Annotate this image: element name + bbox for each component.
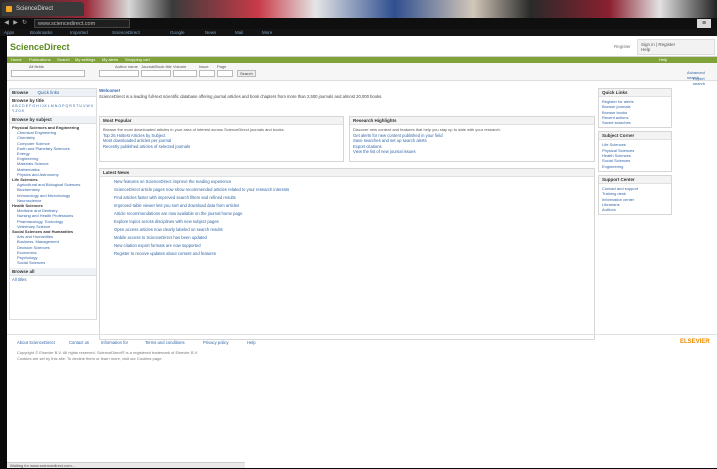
bookmarks-bar: [0, 29, 717, 36]
back-icon[interactable]: ◀: [3, 20, 10, 27]
bookmark-item[interactable]: News: [205, 29, 216, 36]
subject-corner-list: Life Sciences Physical Sciences Health Sci…: [599, 140, 671, 170]
bookmark-item[interactable]: ScienceDirect: [112, 29, 140, 36]
news-item-link[interactable]: Improved table viewer lets you sort and …: [114, 203, 591, 209]
news-item-link[interactable]: Mobile access to ScienceDirect has been …: [114, 235, 591, 241]
elsevier-logo[interactable]: ELSEVIER: [680, 339, 710, 345]
page-input[interactable]: [217, 70, 233, 77]
account-box[interactable]: Sign in | Register Help: [637, 39, 715, 55]
welcome-text: ScienceDirect is a leading full-text sci…: [99, 94, 383, 99]
research-highlights-panel: Research Highlights Discover new content…: [349, 116, 595, 162]
sidebar-tabs: Browse Quick links: [10, 89, 96, 97]
search-button[interactable]: Search: [237, 70, 256, 77]
popular-link[interactable]: Recently published articles of selected …: [103, 144, 340, 150]
alphabet-links[interactable]: A B C D E F G H I J K L M N O P Q R S T …: [10, 104, 96, 114]
news-item-link[interactable]: Explore topics across disciplines with n…: [114, 219, 591, 225]
sidebar-subject-link[interactable]: Social Sciences: [12, 260, 94, 265]
most-popular-title: Most Popular: [100, 117, 343, 125]
browse-all-heading: Browse all: [10, 268, 96, 277]
browser-tab[interactable]: ScienceDirect: [2, 2, 84, 16]
quick-links-box: Quick Links Register for alerts Browse jo…: [598, 88, 672, 129]
news-list: New features on ScienceDirect improve th…: [100, 177, 594, 261]
issue-label: Issue: [199, 64, 209, 69]
quick-links-list: Register for alerts Browse journals Browse…: [599, 97, 671, 127]
subject-corner-title: Subject Corner: [599, 132, 671, 141]
most-popular-panel: Most Popular Browse the most downloaded …: [99, 116, 344, 162]
footer-link[interactable]: About ScienceDirect: [17, 340, 55, 345]
subject-corner-box: Subject Corner Life Sciences Physical Sci…: [598, 131, 672, 172]
page-label: Page: [217, 64, 227, 69]
all-fields-input[interactable]: [11, 70, 85, 77]
welcome-title: Welcome!: [99, 88, 121, 93]
bookmark-item[interactable]: More: [262, 29, 272, 36]
browse-title-heading: Browse by title: [10, 97, 96, 104]
support-center-box: Support Center Contact and support Traini…: [598, 174, 672, 216]
site-logo[interactable]: ScienceDirect: [10, 42, 70, 52]
tab-browse[interactable]: Browse: [12, 90, 28, 95]
support-link[interactable]: Authors: [602, 207, 668, 212]
author-input[interactable]: [99, 70, 139, 77]
bookmark-item[interactable]: Bookmarks: [30, 29, 53, 36]
footer-link[interactable]: Contact us: [69, 340, 89, 345]
bookmark-item[interactable]: Apps: [4, 29, 14, 36]
subject-list: Physical Sciences and Engineering Chemica…: [10, 124, 96, 266]
all-fields-label: All fields: [29, 64, 44, 69]
latest-news-panel: Latest News New features on ScienceDirec…: [99, 168, 595, 340]
cookies-text: Cookies are set by this site. To decline…: [17, 356, 163, 361]
browser-status-bar: Waiting for www.sciencedirect.com...: [7, 462, 245, 468]
main-content: Welcome! ScienceDirect is a leading full…: [99, 88, 595, 340]
tab-quick-links[interactable]: Quick links: [38, 90, 60, 95]
bookmark-item[interactable]: Mail: [235, 29, 243, 36]
news-item-link[interactable]: Register to receive updates about conten…: [114, 251, 591, 257]
expert-search-link[interactable]: Expert search: [693, 76, 717, 86]
browse-subject-heading: Browse by subject: [10, 116, 96, 124]
copyright-text: Copyright © Elsevier B.V. All rights res…: [17, 350, 199, 355]
footer-link[interactable]: Terms and conditions: [145, 340, 185, 345]
favicon-icon: [6, 6, 12, 12]
support-center-title: Support Center: [599, 175, 671, 184]
quick-links-title: Quick Links: [599, 89, 671, 97]
quick-link[interactable]: Saved searches: [602, 120, 668, 125]
bookmark-item[interactable]: Google: [170, 29, 185, 36]
support-center-list: Contact and support Training desk Informat…: [599, 184, 671, 214]
highlight-link[interactable]: View the list of new journal issues: [353, 149, 591, 155]
latest-news-title: Latest News: [100, 169, 594, 177]
footer-link[interactable]: Help: [247, 340, 256, 345]
site-header: ScienceDirect Register Sign in | Registe…: [7, 36, 717, 57]
reload-icon[interactable]: ↻: [21, 20, 28, 27]
journal-label: Journal/Book title: [141, 64, 172, 69]
tab-title: ScienceDirect: [16, 6, 54, 12]
news-item-link[interactable]: New features on ScienceDirect improve th…: [114, 179, 591, 185]
page-footer: About ScienceDirect Contact us Informati…: [7, 334, 717, 365]
browse-sidebar: Browse Quick links Browse by title A B C…: [9, 88, 97, 320]
footer-link[interactable]: Information for: [101, 340, 128, 345]
bookmark-item[interactable]: Imported: [70, 29, 88, 36]
news-item-link[interactable]: Article recommendations are now availabl…: [114, 211, 591, 217]
news-item-link[interactable]: Open access articles now clearly labeled…: [114, 227, 591, 233]
news-item-link[interactable]: ScienceDirect article pages now show rec…: [114, 187, 591, 193]
account-help[interactable]: Help: [641, 47, 711, 52]
footer-link[interactable]: Privacy policy: [203, 340, 229, 345]
address-bar[interactable]: www.sciencedirect.com: [34, 19, 130, 28]
news-item-link[interactable]: New citation export formats are now supp…: [114, 243, 591, 249]
quick-search-bar: All fields Author name Journal/Book titl…: [7, 63, 717, 81]
volume-input[interactable]: [173, 70, 197, 77]
browser-menu-icon[interactable]: ≡: [697, 19, 711, 28]
author-label: Author name: [115, 64, 138, 69]
research-highlights-title: Research Highlights: [350, 117, 594, 125]
browser-tab-bar: ScienceDirect: [0, 0, 717, 18]
subject-corner-link[interactable]: Engineering: [602, 164, 668, 169]
news-item-link[interactable]: Find articles faster with improved searc…: [114, 195, 591, 201]
journal-input[interactable]: [141, 70, 171, 77]
all-titles-link[interactable]: All titles: [10, 276, 96, 284]
forward-icon[interactable]: ▶: [12, 20, 19, 27]
volume-label: Volume: [173, 64, 187, 69]
page-viewport: ScienceDirect Register Sign in | Registe…: [7, 36, 717, 468]
issue-input[interactable]: [199, 70, 215, 77]
right-sidebar: Quick Links Register for alerts Browse jo…: [598, 88, 672, 218]
register-link[interactable]: Register: [614, 44, 631, 49]
